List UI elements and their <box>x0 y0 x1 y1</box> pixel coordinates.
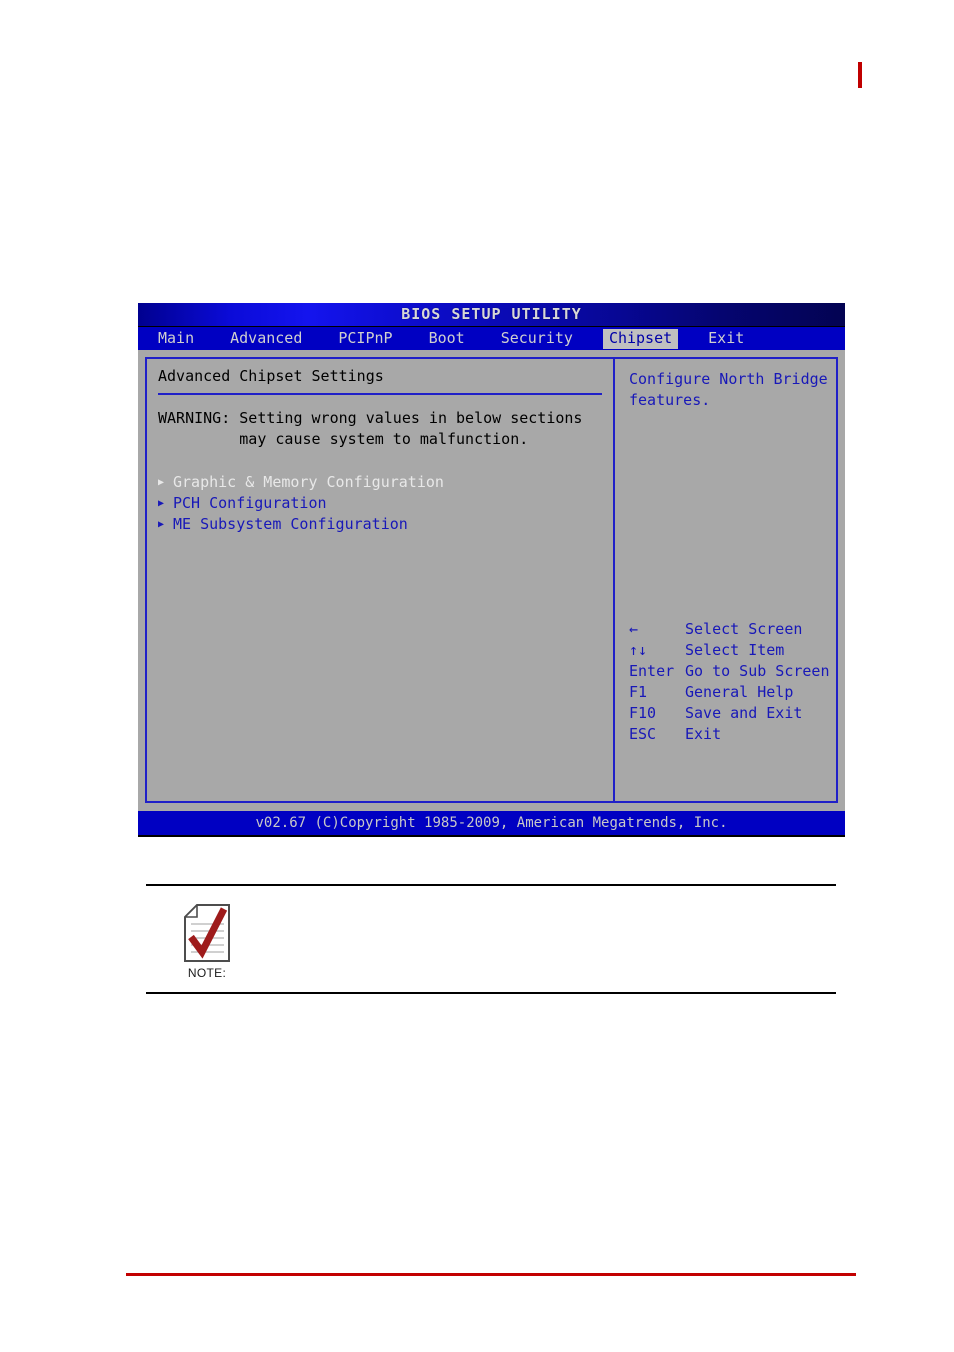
settings-pane: Advanced Chipset Settings WARNING: Setti… <box>147 359 613 801</box>
warning-text: WARNING: Setting wrong values in below s… <box>158 408 613 450</box>
help-line-2: features. <box>629 391 711 409</box>
key-legend-label: Select Item <box>685 641 785 659</box>
bios-content-panel: Advanced Chipset Settings WARNING: Setti… <box>145 357 838 803</box>
note-content: NOTE: <box>146 886 836 992</box>
bios-setup-window: BIOS SETUP UTILITY Main Advanced PCIPnP … <box>138 303 845 837</box>
bios-menu-bar: Main Advanced PCIPnP Boot Security Chips… <box>138 327 845 350</box>
key-legend-row-enter: Enter Go to Sub Screen <box>629 661 830 682</box>
key-legend-row-select-screen: ← Select Screen <box>629 619 830 640</box>
submenu-item-label: Graphic & Memory Configuration <box>173 473 444 491</box>
submenu-item-label: PCH Configuration <box>173 494 327 512</box>
key-legend-label: General Help <box>685 683 794 701</box>
key-legend-row-f1: F1 General Help <box>629 682 830 703</box>
key-legend-label: Go to Sub Screen <box>685 662 830 680</box>
warning-line-1: WARNING: Setting wrong values in below s… <box>158 409 583 427</box>
note-callout: NOTE: <box>146 884 836 994</box>
bios-title: BIOS SETUP UTILITY <box>401 305 582 323</box>
key-legend-row-select-item: ↑↓ Select Item <box>629 640 830 661</box>
page-edge-marker <box>858 62 862 88</box>
note-label: NOTE: <box>187 966 227 980</box>
note-icon-wrap: NOTE: <box>172 903 242 980</box>
menu-tab-pcipnp[interactable]: PCIPnP <box>332 329 398 349</box>
submenu-item-graphic-memory-configuration[interactable]: ▶ Graphic & Memory Configuration <box>158 472 613 493</box>
note-bottom-rule <box>146 992 836 994</box>
menu-tab-security[interactable]: Security <box>495 329 579 349</box>
triangle-right-icon: ▶ <box>158 497 165 509</box>
bios-footer-bar: v02.67 (C)Copyright 1985-2009, American … <box>138 811 845 837</box>
submenu-item-me-subsystem-configuration[interactable]: ▶ ME Subsystem Configuration <box>158 514 613 535</box>
key-legend-label: Save and Exit <box>685 704 803 722</box>
help-text: Configure North Bridge features. <box>629 369 836 411</box>
key-name: ESC <box>629 725 657 743</box>
key-up-down-arrow-icon: ↑↓ <box>629 641 648 659</box>
key-legend-label: Exit <box>685 725 722 743</box>
menu-tab-boot[interactable]: Boot <box>423 329 471 349</box>
bios-title-bar: BIOS SETUP UTILITY <box>138 303 845 327</box>
help-pane: Configure North Bridge features. ← Selec… <box>615 359 836 801</box>
menu-tab-advanced[interactable]: Advanced <box>224 329 308 349</box>
key-legend-row-esc: ESC Exit <box>629 724 830 745</box>
help-line-1: Configure North Bridge <box>629 370 828 388</box>
note-document-check-icon <box>183 903 230 962</box>
page-footer-rule <box>126 1273 856 1276</box>
warning-line-2: may cause system to malfunction. <box>158 430 529 448</box>
section-heading: Advanced Chipset Settings <box>158 367 384 385</box>
key-name: F10 <box>629 704 657 722</box>
key-name: Enter <box>629 662 675 680</box>
copyright-text: v02.67 (C)Copyright 1985-2009, American … <box>255 815 728 831</box>
triangle-right-icon: ▶ <box>158 518 165 530</box>
key-legend-row-f10: F10 Save and Exit <box>629 703 830 724</box>
key-name: F1 <box>629 683 648 701</box>
bios-body: Advanced Chipset Settings WARNING: Setti… <box>138 350 845 811</box>
key-left-arrow-icon: ← <box>629 620 639 638</box>
key-legend: ← Select Screen ↑↓ Select Item Enter Go … <box>629 619 830 745</box>
submenu-item-pch-configuration[interactable]: ▶ PCH Configuration <box>158 493 613 514</box>
heading-divider <box>158 393 602 395</box>
menu-tab-exit[interactable]: Exit <box>702 329 750 349</box>
menu-tab-chipset[interactable]: Chipset <box>602 328 679 349</box>
key-legend-label: Select Screen <box>685 620 803 638</box>
triangle-right-icon: ▶ <box>158 476 165 488</box>
menu-tab-main[interactable]: Main <box>152 329 200 349</box>
submenu-list: ▶ Graphic & Memory Configuration ▶ PCH C… <box>158 472 613 535</box>
submenu-item-label: ME Subsystem Configuration <box>173 515 408 533</box>
